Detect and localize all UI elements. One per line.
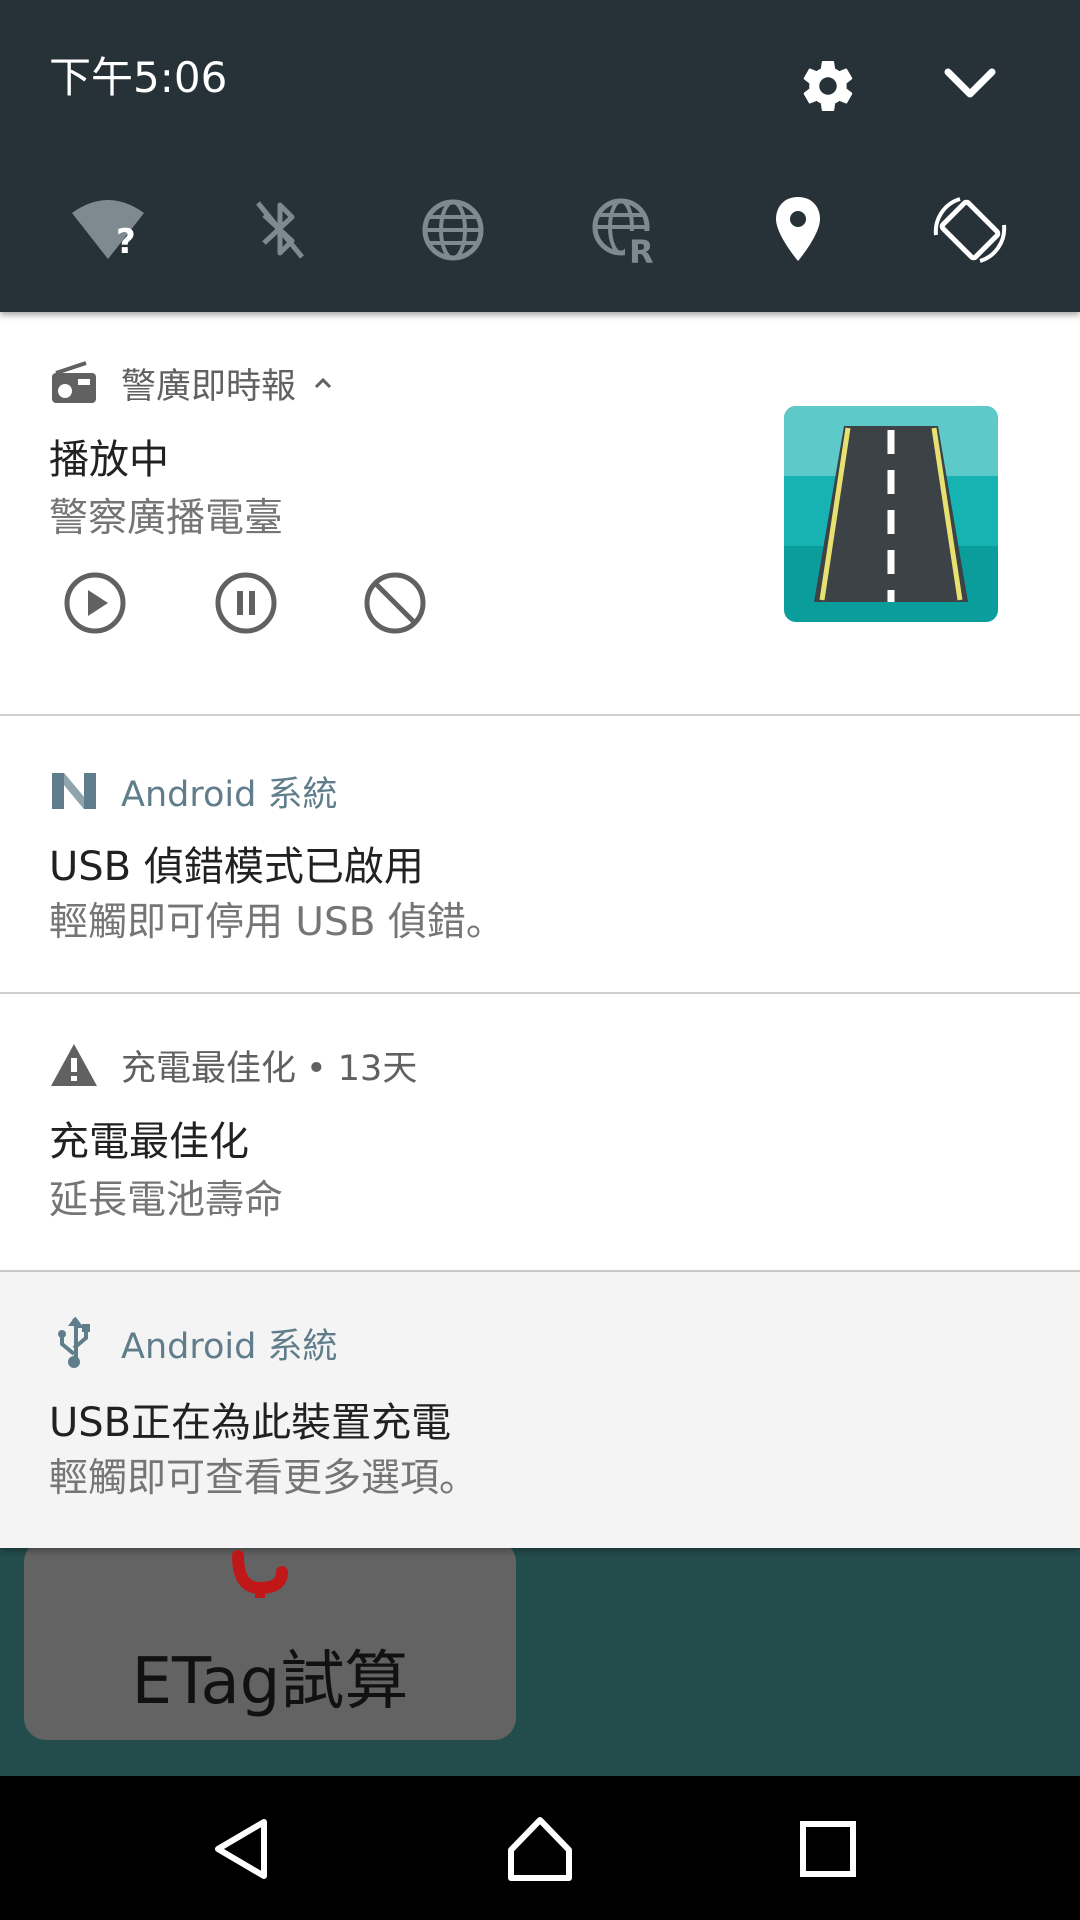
- road-album-art: [784, 406, 998, 622]
- usb-debug-notification[interactable]: Android 系統 USB 偵錯模式已啟用 輕觸即可停用 USB 偵錯。: [0, 716, 1080, 994]
- clock: 下午5:06: [49, 53, 228, 102]
- svg-text:R: R: [629, 233, 654, 265]
- stop-icon[interactable]: [362, 570, 428, 636]
- chevron-down-icon[interactable]: [940, 58, 1000, 108]
- location-icon[interactable]: [758, 195, 838, 265]
- android-n-icon: [52, 773, 96, 809]
- notification-title: 播放中: [49, 437, 169, 483]
- pause-icon[interactable]: [213, 570, 279, 636]
- chevron-up-icon[interactable]: [308, 368, 338, 398]
- gear-icon[interactable]: [798, 56, 858, 116]
- dollar-icon: [232, 1550, 288, 1598]
- bluetooth-off-icon[interactable]: [240, 195, 320, 265]
- notification-title: USB正在為此裝置充電: [49, 1400, 452, 1446]
- wifi-unknown-icon[interactable]: ?: [68, 195, 148, 265]
- notification-title: USB 偵錯模式已啟用: [49, 844, 424, 890]
- navigation-bar: [0, 1776, 1080, 1920]
- media-notification[interactable]: 警廣即時報 播放中 警察廣播電臺: [0, 312, 1080, 716]
- usb-charging-notification[interactable]: Android 系統 USB正在為此裝置充電 輕觸即可查看更多選項。: [0, 1272, 1080, 1548]
- usb-icon: [58, 1316, 90, 1368]
- notification-text: 延長電池壽命: [49, 1178, 284, 1223]
- app-name: Android 系統: [121, 774, 338, 815]
- globe-icon[interactable]: [413, 195, 493, 265]
- notification-text: 警察廣播電臺: [49, 496, 284, 541]
- roaming-icon[interactable]: R: [585, 195, 665, 265]
- recents-icon[interactable]: [793, 1814, 863, 1884]
- notification-text: 輕觸即可查看更多選項。: [49, 1456, 479, 1501]
- notification-text: 輕觸即可停用 USB 偵錯。: [49, 900, 505, 945]
- notification-time: • 13天: [306, 1048, 418, 1089]
- back-icon[interactable]: [206, 1814, 276, 1884]
- charge-optimization-notification[interactable]: 充電最佳化 • 13天 充電最佳化 延長電池壽命: [0, 994, 1080, 1272]
- auto-rotate-icon[interactable]: [930, 195, 1010, 265]
- etag-calc-label: ETag試算: [131, 1645, 409, 1719]
- home-icon[interactable]: [505, 1814, 575, 1884]
- app-name: 警廣即時報: [121, 366, 297, 407]
- app-name: Android 系統: [121, 1326, 338, 1367]
- warning-icon: [51, 1044, 97, 1086]
- play-icon[interactable]: [62, 570, 128, 636]
- notification-title: 充電最佳化: [49, 1119, 249, 1165]
- svg-text:?: ?: [116, 222, 136, 262]
- quick-settings-header: 下午5:06 ? R: [0, 0, 1080, 312]
- app-name: 充電最佳化: [121, 1048, 297, 1089]
- radio-icon: [52, 361, 96, 403]
